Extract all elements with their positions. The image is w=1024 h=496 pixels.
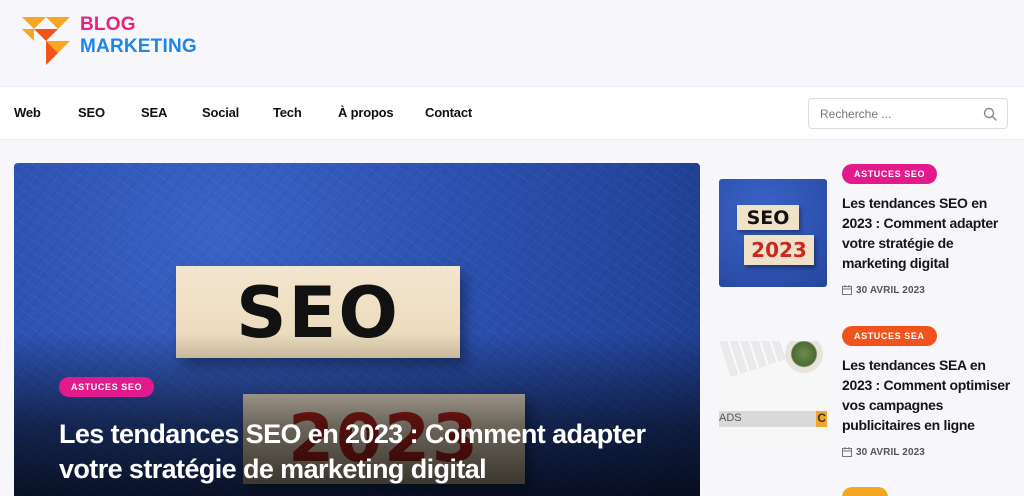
nav-item-web[interactable]: Web [14, 105, 41, 120]
search-box [808, 98, 1008, 129]
sidebar-post: SEO 2023 ASTUCES SEO Les tendances SEO e… [719, 163, 1019, 313]
post-date-text: 30 AVRIL 2023 [856, 447, 925, 458]
post-category-badge-partial[interactable] [842, 487, 888, 496]
calendar-icon [842, 447, 852, 457]
search-input[interactable] [809, 99, 979, 128]
nav-item-a-propos[interactable]: À propos [338, 105, 394, 120]
post-title[interactable]: Les tendances SEA en 2023 : Comment opti… [842, 355, 1010, 435]
thumb-plant [785, 341, 823, 373]
thumb-text-year: 2023 [751, 238, 807, 262]
post-category-badge[interactable]: ASTUCES SEA [842, 326, 937, 346]
post-date: 30 AVRIL 2023 [842, 447, 925, 458]
post-title[interactable]: Les tendances SEO en 2023 : Comment adap… [842, 193, 1010, 273]
nav-item-sea[interactable]: SEA [141, 105, 167, 120]
nav-item-social[interactable]: Social [202, 105, 239, 120]
thumb-keyboard [719, 341, 788, 378]
main-nav: Web SEO SEA Social Tech À propos Contact [0, 86, 1024, 140]
thumb-text-c: C [817, 411, 826, 425]
featured-post[interactable]: SEO 2023 ASTUCES SEO Les tendances SEO e… [14, 163, 700, 496]
thumb-block-year: 2023 [744, 235, 814, 265]
brand-line-1: BLOG [80, 14, 136, 35]
sidebar-post: ADS C ASTUCES SEA Les tendances SEA en 2… [719, 325, 1019, 475]
post-category-badge[interactable]: ASTUCES SEO [842, 164, 938, 184]
site-header: BLOG MARKETING [0, 0, 1024, 86]
hero-category-badge[interactable]: ASTUCES SEO [59, 377, 155, 397]
brand-wordmark[interactable]: BLOG MARKETING [80, 14, 197, 58]
hero-title[interactable]: Les tendances SEO en 2023 : Comment adap… [59, 417, 679, 487]
nav-item-tech[interactable]: Tech [273, 105, 302, 120]
thumb-text-ads: ADS [719, 412, 742, 424]
thumb-text-seo: SEO [746, 207, 790, 229]
thumb-ads-bar: ADS C [719, 411, 827, 427]
nav-item-seo[interactable]: SEO [78, 105, 105, 120]
post-thumbnail[interactable]: ADS C [719, 341, 827, 449]
brand-line-2: MARKETING [80, 36, 197, 57]
post-thumbnail[interactable]: SEO 2023 [719, 179, 827, 287]
post-date: 30 AVRIL 2023 [842, 285, 925, 296]
logo-icon[interactable] [22, 17, 70, 65]
thumb-block-seo: SEO [737, 205, 799, 230]
calendar-icon [842, 285, 852, 295]
nav-item-contact[interactable]: Contact [425, 105, 472, 120]
post-date-text: 30 AVRIL 2023 [856, 285, 925, 296]
search-icon[interactable] [983, 107, 997, 121]
